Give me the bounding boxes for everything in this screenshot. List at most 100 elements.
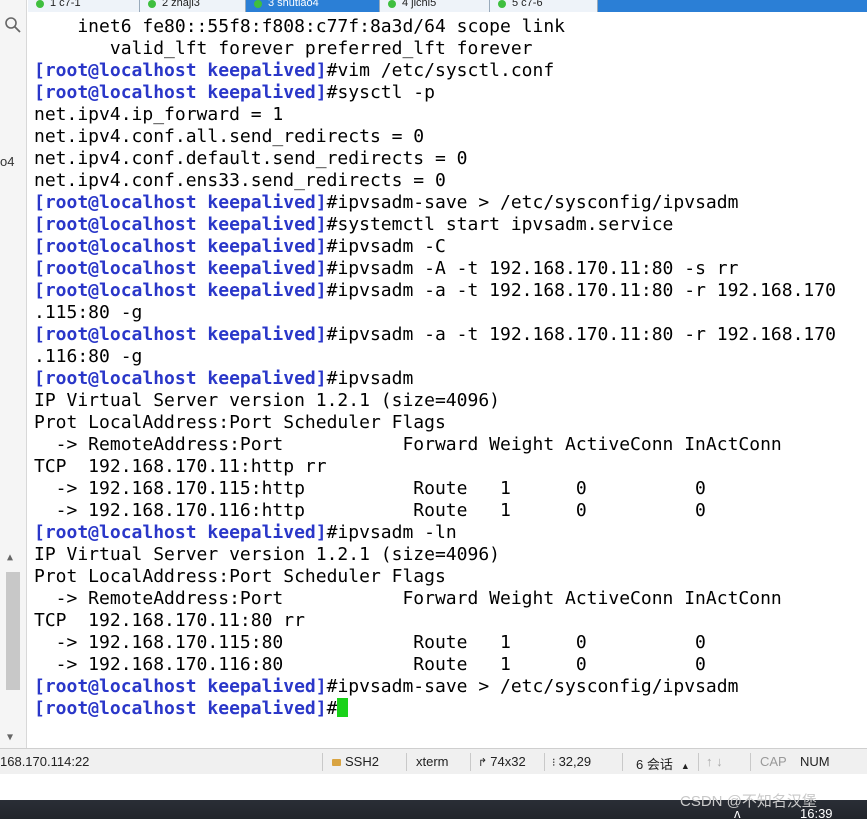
watermark: CSDN @不知名汉堡 [680, 793, 817, 810]
terminal-line: [root@localhost keepalived]#ipvsadm -C [34, 236, 864, 258]
connected-dot-icon [388, 0, 396, 8]
terminal-line: [root@localhost keepalived]#ipvsadm -ln [34, 522, 864, 544]
connected-dot-icon [254, 0, 262, 8]
line-text: -> RemoteAddress:Port Forward Weight Act… [34, 588, 782, 609]
line-text: .115:80 -g [34, 302, 143, 323]
status-termtype: xterm [416, 754, 449, 769]
left-gutter: o4 ▲ ▼ [0, 0, 27, 748]
line-text: #ipvsadm -a -t 192.168.170.11:80 -r 192.… [326, 324, 836, 345]
caret-up-icon: ▲ [680, 761, 690, 771]
terminal-line: -> 192.168.170.115:http Route 1 0 0 [34, 478, 864, 500]
tab-1[interactable]: 1 c7-1 [28, 0, 140, 12]
terminal-line: [root@localhost keepalived]#ipvsadm -A -… [34, 258, 864, 280]
line-text: valid_lft forever preferred_lft forever [34, 38, 533, 59]
shell-prompt: [root@localhost keepalived] [34, 236, 327, 257]
terminal-line: Prot LocalAddress:Port Scheduler Flags [34, 566, 864, 588]
resize-icon: ↱ [478, 757, 491, 769]
status-cap: CAP [760, 754, 787, 769]
scroll-down-icon[interactable]: ▼ [7, 732, 13, 743]
line-text: #ipvsadm-save > /etc/sysconfig/ipvsadm [326, 192, 739, 213]
terminal-cursor [337, 698, 349, 717]
tab-2[interactable]: 2 zhaji3 [140, 0, 246, 12]
line-text: #vim /etc/sysctl.conf [326, 60, 555, 81]
line-text: #sysctl -p [326, 82, 435, 103]
terminal-line: -> 192.168.170.116:80 Route 1 0 0 [34, 654, 864, 676]
connected-dot-icon [498, 0, 506, 8]
terminal-line: -> 192.168.170.116:http Route 1 0 0 [34, 500, 864, 522]
connected-dot-icon [36, 0, 44, 8]
shell-prompt: [root@localhost keepalived] [34, 698, 327, 719]
tab-5[interactable]: 5 c7-6 [490, 0, 598, 12]
line-text: -> 192.168.170.116:http Route 1 0 0 [34, 500, 706, 521]
line-text: #ipvsadm -C [326, 236, 446, 257]
tab-label: 3 shutiao4 [268, 0, 319, 9]
tab-label: 5 c7-6 [512, 0, 543, 9]
line-text: -> 192.168.170.115:80 Route 1 0 0 [34, 632, 706, 653]
line-text: # [326, 698, 338, 719]
line-text: .116:80 -g [34, 346, 143, 367]
terminal-line: net.ipv4.ip_forward = 1 [34, 104, 864, 126]
line-text: #ipvsadm-save > /etc/sysconfig/ipvsadm [326, 676, 739, 697]
terminal-line: [root@localhost keepalived]#vim /etc/sys… [34, 60, 864, 82]
shell-prompt: [root@localhost keepalived] [34, 324, 327, 345]
status-bar: 168.170.114:22 SSH2 xterm ↱ 74x32 ⁝ 32,2… [0, 748, 867, 775]
status-sessions[interactable]: 6 会话 ▲ [636, 754, 690, 773]
terminal-output[interactable]: inet6 fe80::55f8:f808:c77f:8a3d/64 scope… [34, 16, 864, 720]
shell-prompt: [root@localhost keepalived] [34, 522, 327, 543]
line-text: IP Virtual Server version 1.2.1 (size=40… [34, 544, 500, 565]
terminal-line: TCP 192.168.170.11:http rr [34, 456, 864, 478]
terminal-line: [root@localhost keepalived]#ipvsadm -a -… [34, 324, 864, 346]
tab-label: 1 c7-1 [50, 0, 81, 9]
lock-icon [332, 759, 341, 766]
status-protocol: SSH2 [332, 754, 379, 769]
terminal-line: -> RemoteAddress:Port Forward Weight Act… [34, 588, 864, 610]
shell-prompt: [root@localhost keepalived] [34, 214, 327, 235]
line-text: TCP 192.168.170.11:80 rr [34, 610, 305, 631]
search-icon[interactable] [4, 16, 22, 34]
terminal-line: [root@localhost keepalived]#ipvsadm-save… [34, 192, 864, 214]
tab-label: 4 jichi5 [402, 0, 437, 9]
tab-label: 2 zhaji3 [162, 0, 200, 9]
line-text: #systemctl start ipvsadm.service [326, 214, 674, 235]
status-size: ↱ 74x32 [478, 754, 526, 769]
scrollbar-thumb[interactable] [6, 572, 20, 690]
line-text: inet6 fe80::55f8:f808:c77f:8a3d/64 scope… [34, 16, 566, 37]
status-num: NUM [800, 754, 830, 769]
session-tab-strip: 1 c7-1 2 zhaji3 3 shutiao4 4 jichi5 5 c7-6 [28, 0, 867, 12]
terminal-line: inet6 fe80::55f8:f808:c77f:8a3d/64 scope… [34, 16, 864, 38]
line-text: #ipvsadm -ln [326, 522, 457, 543]
status-position: ⁝ 32,29 [552, 754, 592, 769]
terminal-line: [root@localhost keepalived]#ipvsadm-save… [34, 676, 864, 698]
terminal-line: TCP 192.168.170.11:80 rr [34, 610, 864, 632]
tab-3[interactable]: 3 shutiao4 [246, 0, 380, 12]
terminal-line: [root@localhost keepalived]# [34, 698, 864, 720]
status-host: 168.170.114:22 [0, 754, 90, 769]
terminal-line: .116:80 -g [34, 346, 864, 368]
line-text: #ipvsadm [326, 368, 414, 389]
terminal-line: [root@localhost keepalived]#systemctl st… [34, 214, 864, 236]
gutter-edge-text: o4 [0, 154, 15, 169]
connected-dot-icon [148, 0, 156, 8]
terminal-line: net.ipv4.conf.all.send_redirects = 0 [34, 126, 864, 148]
scroll-arrows-icon: ↑ ↓ [706, 754, 723, 769]
line-text: -> 192.168.170.116:80 Route 1 0 0 [34, 654, 706, 675]
terminal-line: IP Virtual Server version 1.2.1 (size=40… [34, 390, 864, 412]
terminal-line: [root@localhost keepalived]#ipvsadm -a -… [34, 280, 864, 302]
shell-prompt: [root@localhost keepalived] [34, 82, 327, 103]
terminal-line: -> 192.168.170.115:80 Route 1 0 0 [34, 632, 864, 654]
shell-prompt: [root@localhost keepalived] [34, 368, 327, 389]
shell-prompt: [root@localhost keepalived] [34, 258, 327, 279]
shell-prompt: [root@localhost keepalived] [34, 676, 327, 697]
terminal-line: [root@localhost keepalived]#sysctl -p [34, 82, 864, 104]
shell-prompt: [root@localhost keepalived] [34, 192, 327, 213]
line-text: net.ipv4.conf.default.send_redirects = 0 [34, 148, 468, 169]
terminal-line: [root@localhost keepalived]#ipvsadm [34, 368, 864, 390]
terminal-line: Prot LocalAddress:Port Scheduler Flags [34, 412, 864, 434]
scroll-up-icon[interactable]: ▲ [7, 552, 13, 563]
terminal-line: .115:80 -g [34, 302, 864, 324]
line-text: Prot LocalAddress:Port Scheduler Flags [34, 412, 446, 433]
terminal-line: IP Virtual Server version 1.2.1 (size=40… [34, 544, 864, 566]
tab-4[interactable]: 4 jichi5 [380, 0, 490, 12]
terminal-line: net.ipv4.conf.ens33.send_redirects = 0 [34, 170, 864, 192]
line-text: net.ipv4.conf.ens33.send_redirects = 0 [34, 170, 446, 191]
